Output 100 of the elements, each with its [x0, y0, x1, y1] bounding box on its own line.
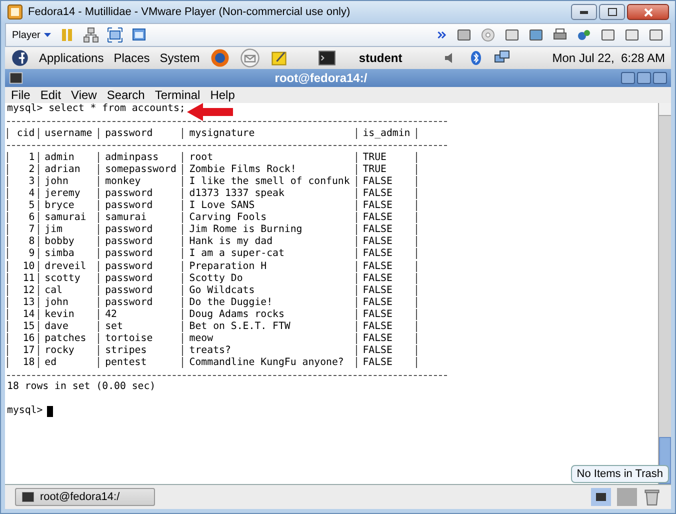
- panel-menu[interactable]: Applications: [39, 51, 104, 65]
- column-header: password: [98, 128, 182, 139]
- maximize-button[interactable]: [599, 4, 625, 20]
- table-cell: password: [98, 260, 182, 272]
- disc-icon[interactable]: [480, 27, 496, 43]
- table-cell: dreveil: [38, 260, 98, 272]
- close-button[interactable]: [627, 4, 669, 20]
- table-cell: tortoise: [98, 333, 182, 344]
- player-menu[interactable]: Player: [12, 30, 52, 40]
- table-cell: 42: [98, 308, 182, 320]
- table-cell: password: [98, 188, 182, 200]
- table-cell: password: [98, 200, 182, 212]
- menu-item[interactable]: Help: [210, 88, 235, 102]
- table-cell: patches: [38, 333, 98, 344]
- trash-icon[interactable]: [643, 487, 661, 507]
- caret-icon: [44, 33, 52, 37]
- table-cell: monkey: [98, 176, 182, 187]
- tooltip: No Items in Trash: [570, 465, 669, 483]
- table-cell: 11: [7, 272, 38, 284]
- clock[interactable]: Mon Jul 22, 6:28 AM: [552, 51, 665, 65]
- table-cell: kevin: [38, 308, 98, 320]
- table-cell: FALSE: [356, 188, 418, 200]
- terminal-title: root@fedora14:/: [274, 71, 368, 85]
- table-cell: 18: [7, 357, 38, 368]
- table-cell: pentest: [98, 357, 182, 368]
- table-cell: I am a super-cat: [182, 248, 356, 260]
- command-line: mysql> select * from accounts;: [7, 103, 186, 116]
- table-cell: 2: [7, 164, 38, 175]
- note-icon[interactable]: [270, 49, 288, 67]
- menu-item[interactable]: File: [11, 88, 30, 102]
- table-cell: admin: [38, 152, 98, 163]
- mail-icon[interactable]: [240, 48, 260, 68]
- window-icon[interactable]: [131, 27, 148, 43]
- table-cell: Doug Adams rocks: [182, 308, 356, 320]
- fedora-logo-icon[interactable]: [11, 49, 29, 67]
- table-cell: 8: [7, 236, 38, 248]
- table-cell: TRUE: [356, 164, 418, 175]
- table-cell: password: [98, 224, 182, 236]
- table-cell: jim: [38, 224, 98, 236]
- prompt: mysql>: [7, 405, 43, 418]
- workspace-switcher[interactable]: [617, 488, 637, 506]
- maximize-icon: [608, 8, 616, 16]
- table-cell: FALSE: [356, 212, 418, 224]
- table-cell: 15: [7, 321, 38, 332]
- table-cell: 9: [7, 248, 38, 260]
- table-cell: FALSE: [356, 260, 418, 272]
- table-cell: 16: [7, 333, 38, 344]
- table-cell: simba: [38, 248, 98, 260]
- table-cell: 5: [7, 200, 38, 212]
- column-header: cid: [7, 128, 38, 139]
- network-icon[interactable]: [83, 27, 100, 43]
- table-cell: rocky: [38, 345, 98, 356]
- menu-item[interactable]: Terminal: [154, 88, 200, 102]
- table-cell: scotty: [38, 272, 98, 284]
- table-cell: Hank is my dad: [182, 236, 356, 248]
- table-cell: I Love SANS: [182, 200, 356, 212]
- table-cell: Scotty Do: [182, 272, 356, 284]
- browser-icon[interactable]: [210, 48, 230, 68]
- taskbar-button[interactable]: root@fedora14:/: [15, 488, 155, 506]
- table-cell: john: [38, 296, 98, 308]
- table-cell: FALSE: [356, 296, 418, 308]
- table-cell: FALSE: [356, 357, 418, 368]
- minimize-button[interactable]: [571, 4, 597, 20]
- table-cell: Zombie Films Rock!: [182, 164, 356, 175]
- table-cell: jeremy: [38, 188, 98, 200]
- workspace-switcher[interactable]: [591, 488, 611, 506]
- table-cell: set: [98, 321, 182, 332]
- column-header: username: [38, 128, 98, 139]
- table-cell: FALSE: [356, 308, 418, 320]
- column-header: mysignature: [182, 128, 356, 139]
- table-cell: FALSE: [356, 176, 418, 187]
- table-cell: 3: [7, 176, 38, 187]
- table-cell: stripes: [98, 345, 182, 356]
- menu-item[interactable]: Search: [106, 88, 145, 102]
- menu-item[interactable]: View: [71, 88, 97, 102]
- menu-item[interactable]: Edit: [40, 88, 62, 102]
- terminal-icon: [22, 492, 34, 502]
- table-cell: cal: [38, 284, 98, 296]
- table-cell: password: [98, 284, 182, 296]
- table-cell: 13: [7, 296, 38, 308]
- table-cell: password: [98, 248, 182, 260]
- table-cell: FALSE: [356, 321, 418, 332]
- table-cell: FALSE: [356, 333, 418, 344]
- pointer-arrow: [187, 103, 233, 121]
- table-cell: samurai: [38, 212, 98, 224]
- user-name[interactable]: student: [358, 51, 402, 65]
- panel-menu[interactable]: System: [160, 51, 200, 65]
- table-cell: adrian: [38, 164, 98, 175]
- table-cell: Bet on S.E.T. FTW: [182, 321, 356, 332]
- table-cell: dave: [38, 321, 98, 332]
- fullscreen-icon[interactable]: [107, 27, 124, 43]
- terminal-icon[interactable]: [318, 49, 336, 67]
- table-cell: FALSE: [356, 224, 418, 236]
- app-icon[interactable]: [7, 4, 23, 20]
- table-cell: ed: [38, 357, 98, 368]
- table-cell: I like the smell of confunk: [182, 176, 356, 187]
- panel-menu[interactable]: Places: [114, 51, 150, 65]
- minimize-icon: [580, 10, 588, 14]
- table-cell: treats?: [182, 345, 356, 356]
- column-header: is_admin: [356, 128, 418, 139]
